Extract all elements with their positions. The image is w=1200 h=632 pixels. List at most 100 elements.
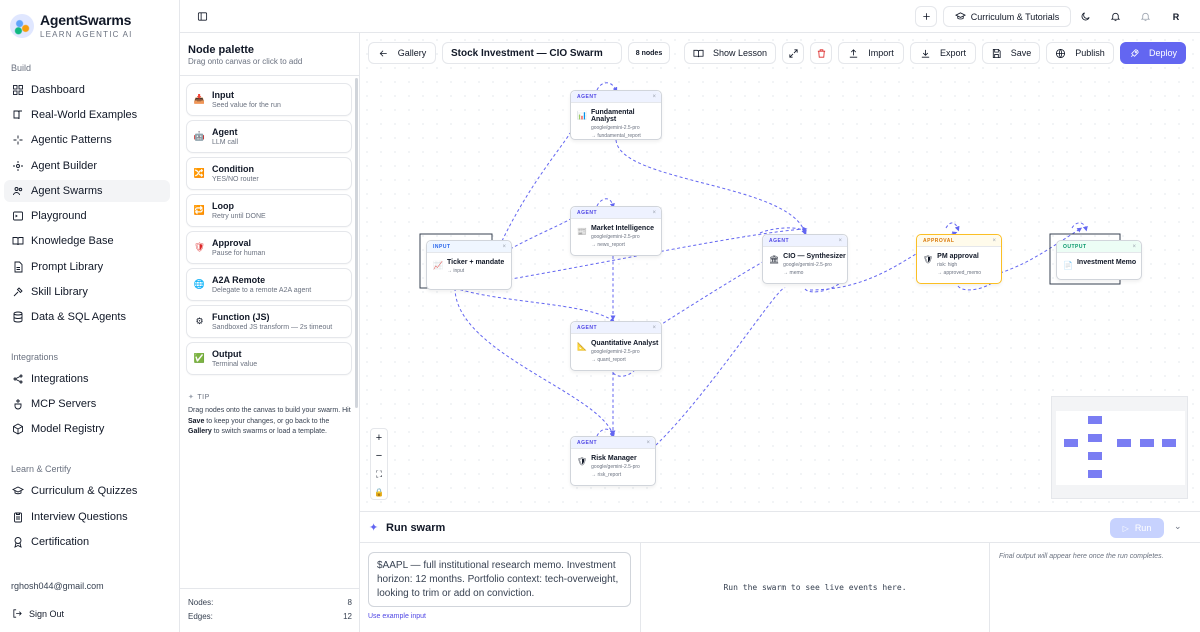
node-close-icon[interactable]: × (838, 238, 842, 244)
run-input-textarea[interactable]: $AAPL — full institutional research memo… (368, 552, 631, 607)
node-output-key: → memo (783, 270, 804, 276)
add-button[interactable] (915, 6, 937, 27)
palette-scrollbar[interactable] (355, 78, 358, 408)
import-button[interactable]: Import (838, 42, 904, 64)
zoom-out-button[interactable]: − (371, 447, 387, 465)
theme-toggle-button[interactable] (1074, 6, 1096, 27)
notifications-button[interactable] (1104, 6, 1126, 27)
node-pm-approval[interactable]: APPROVAL × 🛡 PM approval risk: high → approv… (916, 234, 1002, 284)
run-button[interactable]: ▷ Run (1110, 518, 1164, 538)
sign-out-label: Sign Out (29, 608, 65, 619)
node-market-intelligence[interactable]: AGENT × 📰 Market Intelligence google/gemini… (570, 206, 662, 256)
graduation-cap-icon (954, 12, 966, 20)
shield-icon: 🛡 (577, 457, 588, 466)
alerts-button[interactable] (1134, 6, 1156, 27)
tip-save: Save (188, 417, 205, 425)
lock-button[interactable]: 🔒 (371, 483, 387, 501)
palette-item-loop[interactable]: 🔁 Loop Retry until DONE (186, 194, 352, 227)
plug-icon (13, 374, 23, 384)
book-open-icon (12, 237, 24, 246)
sidebar-item-skill-library[interactable]: Skill Library (4, 281, 170, 303)
sidebar-toggle-icon (197, 12, 207, 21)
publish-button[interactable]: Publish (1046, 42, 1114, 64)
palette-item-function-js[interactable]: ⚙ Function (JS) Sandboxed JS transform — … (186, 305, 352, 338)
node-quantitative-analyst[interactable]: AGENT × 📐 Quantitative Analyst google/gemin… (570, 321, 662, 371)
node-close-icon[interactable]: × (652, 94, 656, 100)
sidebar-item-certification[interactable]: Certification (4, 531, 170, 553)
fit-view-button[interactable]: ⛶ (371, 465, 387, 483)
toggle-sidebar-button[interactable] (192, 6, 212, 27)
palette-item-desc: Seed value for the run (212, 102, 281, 109)
sidebar-item-interview-questions[interactable]: Interview Questions (4, 506, 170, 528)
node-investment-memo[interactable]: OUTPUT × 📄 Investment Memo (1056, 240, 1142, 280)
zoom-in-button[interactable]: + (371, 429, 387, 447)
lock-icon: 🔒 (374, 487, 384, 497)
node-close-icon[interactable]: × (1132, 244, 1136, 250)
node-close-icon[interactable]: × (502, 244, 506, 250)
node-meta: → input (446, 268, 465, 274)
minimap[interactable] (1051, 396, 1188, 499)
sidebar-item-dashboard[interactable]: Dashboard (4, 79, 170, 101)
export-button[interactable]: Export (910, 42, 976, 64)
import-label: Import (868, 48, 894, 58)
node-model: google/gemini-2.5-pro (783, 262, 832, 268)
palette-item-name: Condition (212, 164, 254, 174)
loop-market (596, 198, 615, 209)
gallery-button[interactable]: Gallery (368, 42, 436, 64)
palette-item-agent[interactable]: 🤖 Agent LLM call (186, 120, 352, 153)
node-cio-synthesizer[interactable]: AGENT × 🏛 CIO — Synthesizer google/gemini-2… (762, 234, 848, 284)
sidebar-item-label: Data & SQL Agents (31, 311, 126, 323)
node-close-icon[interactable]: × (652, 325, 656, 331)
brand-logo (10, 13, 34, 38)
node-fundamental-analyst[interactable]: AGENT × 📊 Fundamental Analyst google/gemini… (570, 90, 662, 140)
node-output-key: → quant_report (590, 357, 626, 363)
curriculum-tutorials-button[interactable]: Curriculum & Tutorials (943, 6, 1071, 27)
sidebar-item-prompt-library[interactable]: Prompt Library (4, 256, 170, 278)
palette-item-input[interactable]: 📥 Input Seed value for the run (186, 83, 352, 116)
sidebar-item-playground[interactable]: Playground (4, 205, 170, 227)
node-risk-manager[interactable]: AGENT × 🛡 Risk Manager google/gemini-2.5-pr… (570, 436, 656, 486)
deploy-button[interactable]: Deploy (1120, 42, 1186, 64)
sidebar-item-knowledge-base[interactable]: Knowledge Base (4, 230, 170, 252)
node-close-icon[interactable]: × (652, 210, 656, 216)
palette-item-desc: Sandboxed JS transform — 2s timeout (212, 324, 333, 331)
save-button[interactable]: Save (982, 42, 1040, 64)
edge-input-fundamental (501, 132, 571, 242)
palette-item-output[interactable]: ✅ Output Terminal value (186, 342, 352, 375)
sidebar-item-agent-swarms[interactable]: Agent Swarms (4, 180, 170, 202)
sidebar-item-mcp-servers[interactable]: MCP Servers (4, 393, 170, 415)
tip-text-3: to switch swarms or load a template. (211, 428, 327, 435)
node-type: AGENT (577, 324, 597, 331)
node-close-icon[interactable]: × (992, 238, 996, 244)
node-close-icon[interactable]: × (646, 440, 650, 446)
edges-stat-value: 12 (343, 612, 352, 621)
sidebar-item-model-registry[interactable]: Model Registry (4, 418, 170, 440)
fullscreen-button[interactable] (782, 42, 804, 64)
sidebar-item-agentic-patterns[interactable]: Agentic Patterns (4, 129, 170, 151)
sign-out-button[interactable]: Sign Out (12, 608, 64, 619)
swarm-name-input[interactable]: Stock Investment — CIO Swarm (442, 42, 622, 64)
node-ticker-mandate[interactable]: INPUT × 📈 Ticker + mandate → input (426, 240, 512, 290)
node-output-key: → news_report (590, 242, 625, 248)
palette-item-a2a-remote[interactable]: 🌐 A2A Remote Delegate to a remote A2A age… (186, 268, 352, 301)
palette-item-approval[interactable]: 🛡 Approval Pause for human (186, 231, 352, 264)
delete-button[interactable] (810, 42, 832, 64)
avatar[interactable]: R (1165, 6, 1187, 27)
sidebar-item-label: Agent Builder (31, 160, 98, 172)
node-count-badge: 8 nodes (628, 42, 670, 64)
node-title: Fundamental Analyst (590, 109, 635, 123)
sidebar-item-integrations[interactable]: Integrations (4, 368, 170, 390)
swarm-canvas[interactable]: Gallery Stock Investment — CIO Swarm 8 n… (360, 33, 1200, 511)
sidebar-item-curriculum[interactable]: Curriculum & Quizzes (4, 480, 170, 502)
use-example-input-link[interactable]: Use example input (368, 613, 426, 620)
sidebar-item-agent-builder[interactable]: Agent Builder (4, 155, 170, 177)
palette-item-name: Loop (212, 201, 234, 211)
sidebar-item-data-sql-agents[interactable]: Data & SQL Agents (4, 306, 170, 328)
brand[interactable]: AgentSwarms LEARN AGENTIC AI (10, 12, 133, 39)
palette-item-condition[interactable]: 🔀 Condition YES/NO router (186, 157, 352, 190)
node-title: PM approval (937, 253, 979, 260)
minimap-node (1140, 439, 1154, 447)
show-lesson-button[interactable]: Show Lesson (684, 42, 776, 64)
sidebar-item-real-world-examples[interactable]: Real-World Examples (4, 104, 170, 126)
chevron-down-icon[interactable]: ⌄ (1174, 521, 1182, 532)
